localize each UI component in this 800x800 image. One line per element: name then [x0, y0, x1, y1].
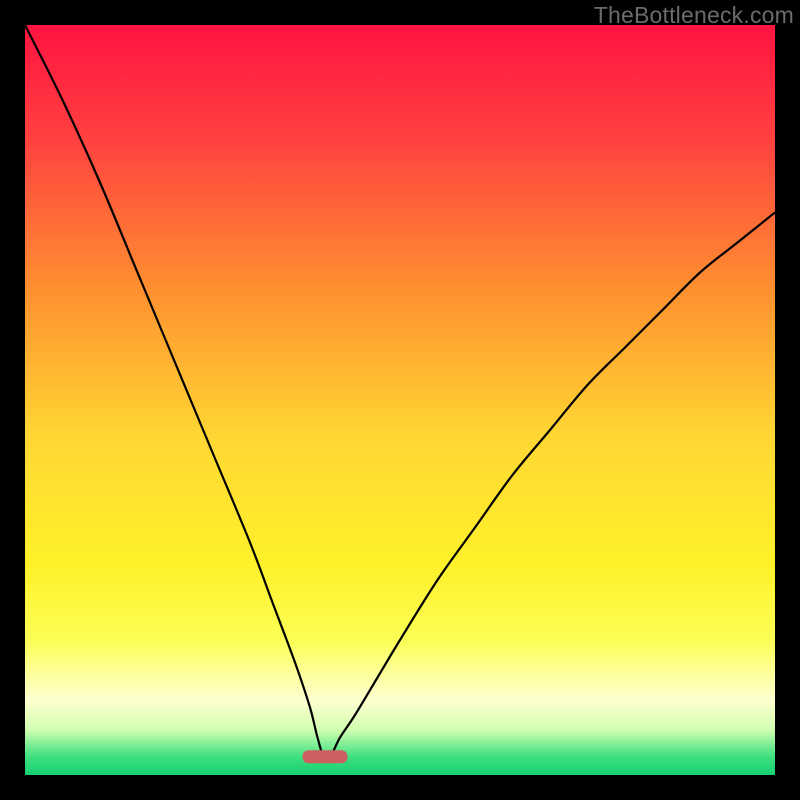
optimum-marker — [303, 750, 348, 763]
bottleneck-chart — [25, 25, 775, 775]
chart-frame: TheBottleneck.com — [0, 0, 800, 800]
gradient-background — [25, 25, 775, 775]
